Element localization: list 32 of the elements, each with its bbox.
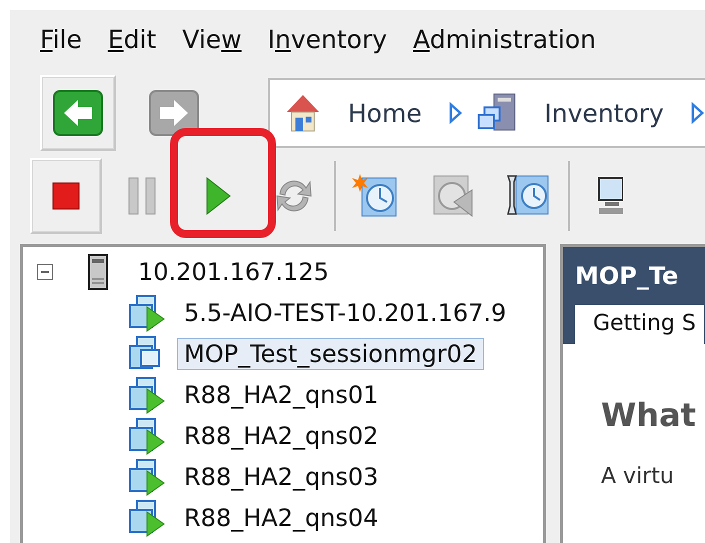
tab[interactable]: Getting S: [575, 305, 704, 344]
vm-running-icon: [127, 292, 167, 332]
heading: What: [601, 396, 697, 434]
breadcrumb-link[interactable]: Inventory: [544, 98, 664, 128]
tree-item[interactable]: R88_HA2_qns01: [177, 378, 386, 410]
body-text: A virtu: [601, 464, 675, 489]
vm-running-icon: [127, 498, 167, 538]
menu-item[interactable]: Edit: [108, 24, 156, 54]
tree-item[interactable]: R88_HA2_qns02: [177, 420, 386, 452]
play-icon: [204, 176, 232, 216]
vm-running-icon: [127, 416, 167, 456]
tree-item[interactable]: MOP_Test_sessionmgr02: [177, 338, 484, 370]
pause-icon: [126, 176, 158, 216]
vm-running-icon: [127, 374, 167, 414]
back-button[interactable]: [40, 75, 116, 151]
stop-button[interactable]: [30, 158, 102, 234]
stop-icon: [51, 181, 81, 211]
vm-running-icon: [127, 456, 167, 496]
tree-item[interactable]: R88_HA2_qns03: [177, 460, 386, 492]
panel-title: MOP_Te: [575, 262, 678, 290]
tree-item[interactable]: 10.201.167.125: [131, 256, 336, 288]
menu-item[interactable]: Administration: [413, 24, 596, 54]
menu-item[interactable]: File: [40, 24, 82, 54]
collapse-icon[interactable]: [37, 264, 53, 280]
menu-item[interactable]: View: [182, 24, 242, 54]
tree-item[interactable]: R88_HA2_qns04: [177, 502, 386, 534]
server-icon: [87, 252, 109, 290]
menu-item[interactable]: Inventory: [268, 24, 388, 54]
tree-item[interactable]: 5.5-AIO-TEST-10.201.167.9: [177, 296, 514, 328]
breadcrumb-link[interactable]: Home: [348, 98, 422, 128]
triangle-icon: [690, 101, 705, 125]
triangle-icon: [448, 101, 463, 125]
